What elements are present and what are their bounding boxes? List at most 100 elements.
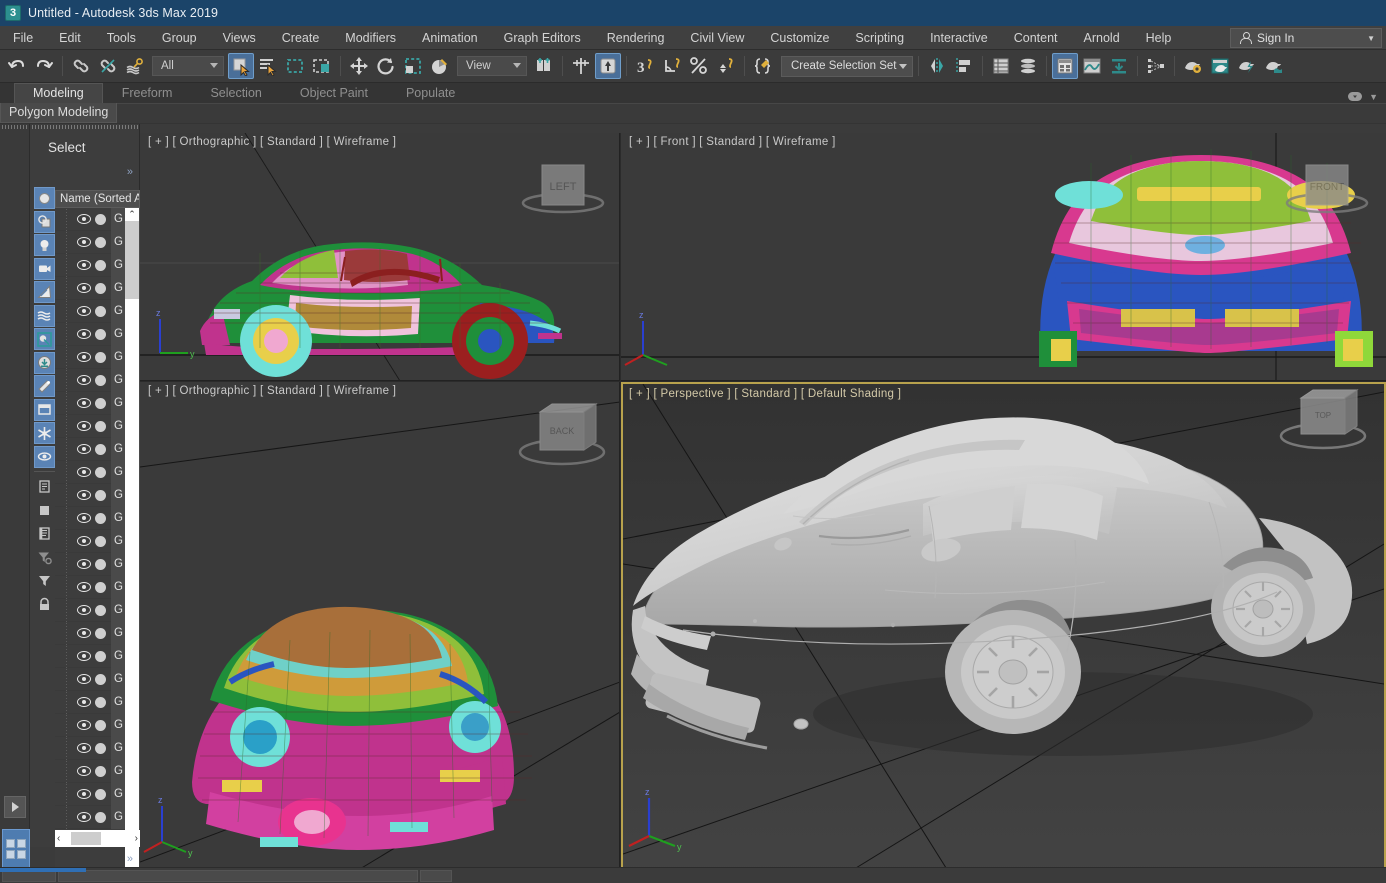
object-color-swatch[interactable] <box>95 466 106 478</box>
edit-named-selection-sets-icon[interactable] <box>750 53 776 79</box>
menu-scripting[interactable]: Scripting <box>842 28 917 48</box>
eye-icon[interactable] <box>77 743 91 753</box>
object-color-swatch[interactable] <box>95 581 106 593</box>
menu-arnold[interactable]: Arnold <box>1071 28 1133 48</box>
undo-icon[interactable] <box>4 53 30 79</box>
eye-icon[interactable] <box>77 536 91 546</box>
menu-civil-view[interactable]: Civil View <box>677 28 757 48</box>
select-and-rotate-icon[interactable] <box>373 53 399 79</box>
eye-icon[interactable] <box>77 812 91 822</box>
menu-views[interactable]: Views <box>210 28 269 48</box>
angle-snap-toggle-icon[interactable] <box>595 53 621 79</box>
object-color-swatch[interactable] <box>95 535 106 547</box>
viewport-label-top-right[interactable]: [ + ] [ Front ] [ Standard ] [ Wireframe… <box>629 136 836 148</box>
filter-geometry-icon[interactable] <box>34 187 55 209</box>
eye-icon[interactable] <box>77 789 91 799</box>
display-columns-icon[interactable] <box>34 523 55 545</box>
object-color-swatch[interactable] <box>95 742 106 754</box>
eye-icon[interactable] <box>77 559 91 569</box>
object-color-swatch[interactable] <box>95 282 106 294</box>
render-setup-icon[interactable] <box>1180 53 1206 79</box>
menu-help[interactable]: Help <box>1133 28 1185 48</box>
eye-icon[interactable] <box>77 283 91 293</box>
viewport-layout-button[interactable] <box>2 829 30 869</box>
sign-in-button[interactable]: Sign In ▼ <box>1230 28 1382 48</box>
filter-containers-icon[interactable] <box>34 398 55 421</box>
panel-drag-handle[interactable] <box>32 125 138 129</box>
eye-icon[interactable] <box>77 582 91 592</box>
viewport-bottom-left[interactable]: [ + ] [ Orthographic ] [ Standard ] [ Wi… <box>140 382 620 881</box>
hscrollbar-thumb[interactable] <box>71 832 101 845</box>
use-pivot-point-center-icon[interactable] <box>531 53 557 79</box>
eye-icon[interactable] <box>77 398 91 408</box>
scroll-up-icon[interactable]: ⌃ <box>125 208 139 221</box>
object-color-swatch[interactable] <box>95 213 106 225</box>
menu-edit[interactable]: Edit <box>46 28 94 48</box>
object-color-swatch[interactable] <box>95 650 106 662</box>
scene-explorer-column-header[interactable]: Name (Sorted A <box>55 190 140 208</box>
eye-icon[interactable] <box>77 329 91 339</box>
filter-hidden-icon[interactable] <box>34 445 55 468</box>
spinner-snap-toggle-icon[interactable] <box>713 53 739 79</box>
viewport-label-bottom-right[interactable]: [ + ] [ Perspective ] [ Standard ] [ Def… <box>629 388 901 400</box>
schematic-view-icon[interactable] <box>1143 53 1169 79</box>
eye-icon[interactable] <box>77 766 91 776</box>
object-color-swatch[interactable] <box>95 259 106 271</box>
eye-icon[interactable] <box>77 467 91 477</box>
ribbon-tab-modeling[interactable]: Modeling <box>14 83 103 103</box>
eye-icon[interactable] <box>77 421 91 431</box>
layer-explorer-icon[interactable] <box>988 53 1014 79</box>
reference-coordinate-combo[interactable]: View <box>457 56 527 76</box>
object-color-swatch[interactable] <box>95 673 106 685</box>
menu-content[interactable]: Content <box>1001 28 1071 48</box>
menu-customize[interactable]: Customize <box>757 28 842 48</box>
select-and-scale-icon[interactable] <box>400 53 426 79</box>
object-color-swatch[interactable] <box>95 328 106 340</box>
object-color-swatch[interactable] <box>95 351 106 363</box>
eye-icon[interactable] <box>77 651 91 661</box>
selection-filter-combo[interactable]: All <box>152 56 224 76</box>
object-color-swatch[interactable] <box>95 604 106 616</box>
menu-create[interactable]: Create <box>269 28 333 48</box>
percent-snap-toggle-icon[interactable] <box>686 53 712 79</box>
unlink-selection-icon[interactable] <box>95 53 121 79</box>
eye-icon[interactable] <box>77 260 91 270</box>
ribbon-tab-object-paint[interactable]: Object Paint <box>281 83 387 103</box>
filter-funnel-icon[interactable] <box>34 570 55 592</box>
ribbon-tab-selection[interactable]: Selection <box>191 83 280 103</box>
scrollbar-thumb[interactable] <box>125 221 139 299</box>
menu-file[interactable]: File <box>0 28 46 48</box>
eye-icon[interactable] <box>77 720 91 730</box>
eye-icon[interactable] <box>77 306 91 316</box>
object-color-swatch[interactable] <box>95 489 106 501</box>
object-color-swatch[interactable] <box>95 765 106 777</box>
eye-icon[interactable] <box>77 490 91 500</box>
compact-material-editor-icon[interactable] <box>1015 53 1041 79</box>
eye-icon[interactable] <box>77 352 91 362</box>
hscroll-right-icon[interactable]: › <box>135 833 138 844</box>
toolbar-lock-icon[interactable] <box>34 593 55 615</box>
window-crossing-icon[interactable] <box>309 53 335 79</box>
menu-tools[interactable]: Tools <box>94 28 149 48</box>
snaps-toggle-icon[interactable] <box>568 53 594 79</box>
menu-group[interactable]: Group <box>149 28 210 48</box>
display-blank-icon[interactable] <box>34 499 55 521</box>
object-color-swatch[interactable] <box>95 236 106 248</box>
object-color-swatch[interactable] <box>95 305 106 317</box>
filter-xrefs-icon[interactable] <box>34 351 55 374</box>
ribbon-minimize-group[interactable]: ▼ <box>1347 90 1386 103</box>
ribbon-tab-freeform[interactable]: Freeform <box>103 83 192 103</box>
eye-icon[interactable] <box>77 674 91 684</box>
eye-icon[interactable] <box>77 513 91 523</box>
filter-freeze-icon[interactable] <box>34 422 55 444</box>
select-by-name-icon[interactable] <box>255 53 281 79</box>
scene-explorer-icon[interactable] <box>1052 53 1079 79</box>
filter-space-warps-icon[interactable] <box>34 304 55 327</box>
menu-graph-editors[interactable]: Graph Editors <box>491 28 594 48</box>
filter-bones-icon[interactable] <box>34 375 55 397</box>
object-color-swatch[interactable] <box>95 420 106 432</box>
object-color-swatch[interactable] <box>95 397 106 409</box>
bind-to-space-warp-icon[interactable] <box>122 53 148 79</box>
active-shade-icon[interactable] <box>1261 53 1287 79</box>
eye-icon[interactable] <box>77 697 91 707</box>
